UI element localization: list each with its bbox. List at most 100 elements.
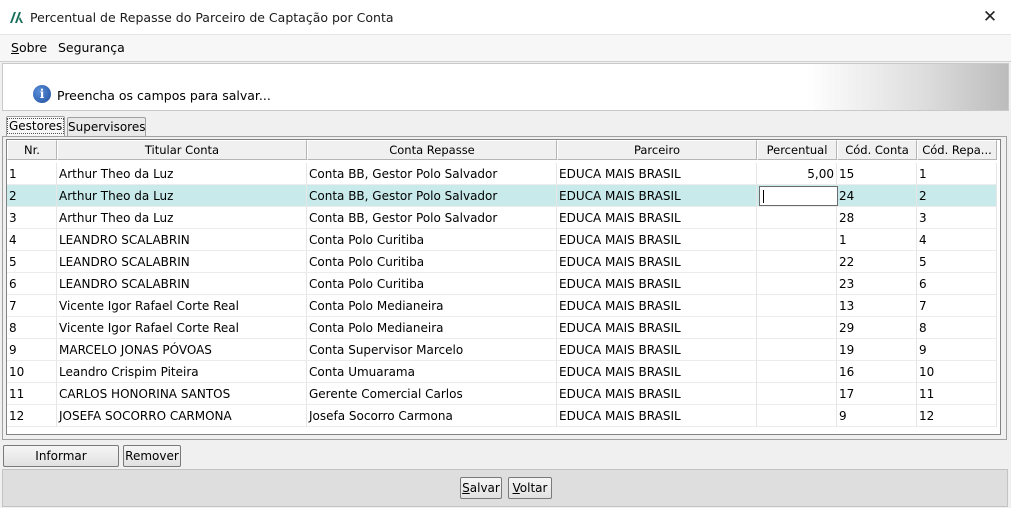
cell-nr[interactable]: 3 [7, 207, 57, 229]
cell-conta-repasse[interactable]: Conta Polo Medianeira [307, 317, 557, 339]
cell-nr[interactable]: 7 [7, 295, 57, 317]
cell-cod-conta[interactable]: 15 [837, 163, 917, 185]
cell-conta-repasse[interactable]: Conta Umuarama [307, 361, 557, 383]
cell-parceiro[interactable]: EDUCA MAIS BRASIL [557, 317, 757, 339]
col-header-percentual[interactable]: Percentual [757, 140, 837, 160]
cell-cod-conta[interactable]: 9 [837, 405, 917, 427]
cell-parceiro[interactable]: EDUCA MAIS BRASIL [557, 295, 757, 317]
cell-conta-repasse[interactable]: Conta Polo Curitiba [307, 273, 557, 295]
cell-cod-repasse[interactable]: 9 [917, 339, 997, 361]
cell-cod-conta[interactable]: 13 [837, 295, 917, 317]
cell-percentual[interactable] [757, 229, 837, 251]
cell-titular[interactable]: LEANDRO SCALABRIN [57, 229, 307, 251]
cell-titular[interactable]: JOSEFA SOCORRO CARMONA [57, 405, 307, 427]
menu-seguranca[interactable]: Segurança [58, 40, 125, 55]
cell-percentual[interactable]: 5,00 [757, 163, 837, 185]
cell-percentual[interactable] [757, 207, 837, 229]
cell-titular[interactable]: Arthur Theo da Luz [57, 207, 307, 229]
cell-parceiro[interactable]: EDUCA MAIS BRASIL [557, 207, 757, 229]
cell-percentual[interactable] [757, 317, 837, 339]
data-grid[interactable]: Nr. Titular Conta Conta Repasse Parceiro… [6, 139, 1001, 435]
cell-cod-conta[interactable]: 16 [837, 361, 917, 383]
table-row[interactable]: 1 Arthur Theo da Luz Conta BB, Gestor Polo… [7, 163, 997, 185]
menu-sobre[interactable]: Sobre [11, 40, 47, 55]
table-row[interactable]: 10 Leandro Crispim Piteira Conta Umuarama E… [7, 361, 997, 383]
cell-parceiro[interactable]: EDUCA MAIS BRASIL [557, 361, 757, 383]
cell-cod-repasse[interactable]: 4 [917, 229, 997, 251]
cell-nr[interactable]: 4 [7, 229, 57, 251]
cell-parceiro[interactable]: EDUCA MAIS BRASIL [557, 273, 757, 295]
cell-conta-repasse[interactable]: Conta Polo Curitiba [307, 229, 557, 251]
col-header-titular[interactable]: Titular Conta [57, 140, 307, 160]
cell-cod-repasse[interactable]: 1 [917, 163, 997, 185]
cell-nr[interactable]: 11 [7, 383, 57, 405]
cell-conta-repasse[interactable]: Conta BB, Gestor Polo Salvador [307, 163, 557, 185]
cell-titular[interactable]: Vicente Igor Rafael Corte Real [57, 295, 307, 317]
table-row[interactable]: 2 Arthur Theo da Luz Conta BB, Gestor Polo… [7, 185, 997, 207]
cell-cod-repasse[interactable]: 8 [917, 317, 997, 339]
cell-cod-repasse[interactable]: 7 [917, 295, 997, 317]
cell-percentual[interactable] [757, 339, 837, 361]
cell-cod-conta[interactable]: 29 [837, 317, 917, 339]
cell-nr[interactable]: 9 [7, 339, 57, 361]
cell-cod-conta[interactable]: 22 [837, 251, 917, 273]
cell-titular[interactable]: LEANDRO SCALABRIN [57, 251, 307, 273]
cell-parceiro[interactable]: EDUCA MAIS BRASIL [557, 185, 757, 207]
table-row[interactable]: 3 Arthur Theo da Luz Conta BB, Gestor Polo… [7, 207, 997, 229]
cell-nr[interactable]: 10 [7, 361, 57, 383]
cell-parceiro[interactable]: EDUCA MAIS BRASIL [557, 251, 757, 273]
cell-percentual[interactable] [757, 295, 837, 317]
table-row[interactable]: 7 Vicente Igor Rafael Corte Real Conta Pol… [7, 295, 997, 317]
cell-percentual[interactable] [757, 383, 837, 405]
cell-percentual[interactable] [757, 405, 837, 427]
tab-gestores[interactable]: Gestores [6, 116, 65, 136]
cell-cod-repasse[interactable]: 5 [917, 251, 997, 273]
cell-conta-repasse[interactable]: Conta BB, Gestor Polo Salvador [307, 185, 557, 207]
informar-percentual-button[interactable]: Informar Percentual [3, 445, 119, 483]
cell-parceiro[interactable]: EDUCA MAIS BRASIL [557, 229, 757, 251]
cell-titular[interactable]: LEANDRO SCALABRIN [57, 273, 307, 295]
table-row[interactable]: 9 MARCELO JONAS PÓVOAS Conta Supervisor Ma… [7, 339, 997, 361]
cell-cod-conta[interactable]: 28 [837, 207, 917, 229]
cell-cod-conta[interactable]: 23 [837, 273, 917, 295]
cell-parceiro[interactable]: EDUCA MAIS BRASIL [557, 339, 757, 361]
cell-conta-repasse[interactable]: Conta Supervisor Marcelo [307, 339, 557, 361]
percentual-input[interactable] [759, 186, 838, 206]
tab-supervisores[interactable]: Supervisores [67, 117, 146, 136]
cell-titular[interactable]: CARLOS HONORINA SANTOS [57, 383, 307, 405]
table-row[interactable]: 12 JOSEFA SOCORRO CARMONA Josefa Socorro C… [7, 405, 997, 427]
cell-cod-repasse[interactable]: 10 [917, 361, 997, 383]
cell-percentual[interactable] [757, 251, 837, 273]
cell-cod-repasse[interactable]: 3 [917, 207, 997, 229]
cell-parceiro[interactable]: EDUCA MAIS BRASIL [557, 163, 757, 185]
table-row[interactable]: 4 LEANDRO SCALABRIN Conta Polo Curitiba EDU… [7, 229, 997, 251]
salvar-button[interactable]: Salvar [460, 477, 502, 499]
cell-parceiro[interactable]: EDUCA MAIS BRASIL [557, 383, 757, 405]
cell-nr[interactable]: 1 [7, 163, 57, 185]
cell-percentual[interactable] [757, 361, 837, 383]
cell-cod-conta[interactable]: 17 [837, 383, 917, 405]
col-header-cod-conta[interactable]: Cód. Conta [837, 140, 917, 160]
cell-cod-repasse[interactable]: 12 [917, 405, 997, 427]
cell-titular[interactable]: Arthur Theo da Luz [57, 185, 307, 207]
cell-parceiro[interactable]: EDUCA MAIS BRASIL [557, 405, 757, 427]
cell-cod-conta[interactable]: 24 [837, 185, 917, 207]
col-header-conta-repasse[interactable]: Conta Repasse [307, 140, 557, 160]
col-header-parceiro[interactable]: Parceiro [557, 140, 757, 160]
voltar-button[interactable]: Voltar [508, 477, 552, 499]
cell-cod-conta[interactable]: 19 [837, 339, 917, 361]
close-icon[interactable]: ✕ [977, 6, 1003, 28]
cell-conta-repasse[interactable]: Conta Polo Curitiba [307, 251, 557, 273]
cell-nr[interactable]: 12 [7, 405, 57, 427]
cell-nr[interactable]: 6 [7, 273, 57, 295]
cell-titular[interactable]: MARCELO JONAS PÓVOAS [57, 339, 307, 361]
cell-titular[interactable]: Vicente Igor Rafael Corte Real [57, 317, 307, 339]
table-row[interactable]: 5 LEANDRO SCALABRIN Conta Polo Curitiba EDU… [7, 251, 997, 273]
cell-cod-repasse[interactable]: 11 [917, 383, 997, 405]
remover-button[interactable]: Remover [123, 445, 181, 467]
col-header-nr[interactable]: Nr. [7, 140, 57, 160]
cell-nr[interactable]: 8 [7, 317, 57, 339]
cell-nr[interactable]: 5 [7, 251, 57, 273]
col-header-cod-repasse[interactable]: Cód. Repa... [917, 140, 997, 160]
cell-titular[interactable]: Arthur Theo da Luz [57, 163, 307, 185]
